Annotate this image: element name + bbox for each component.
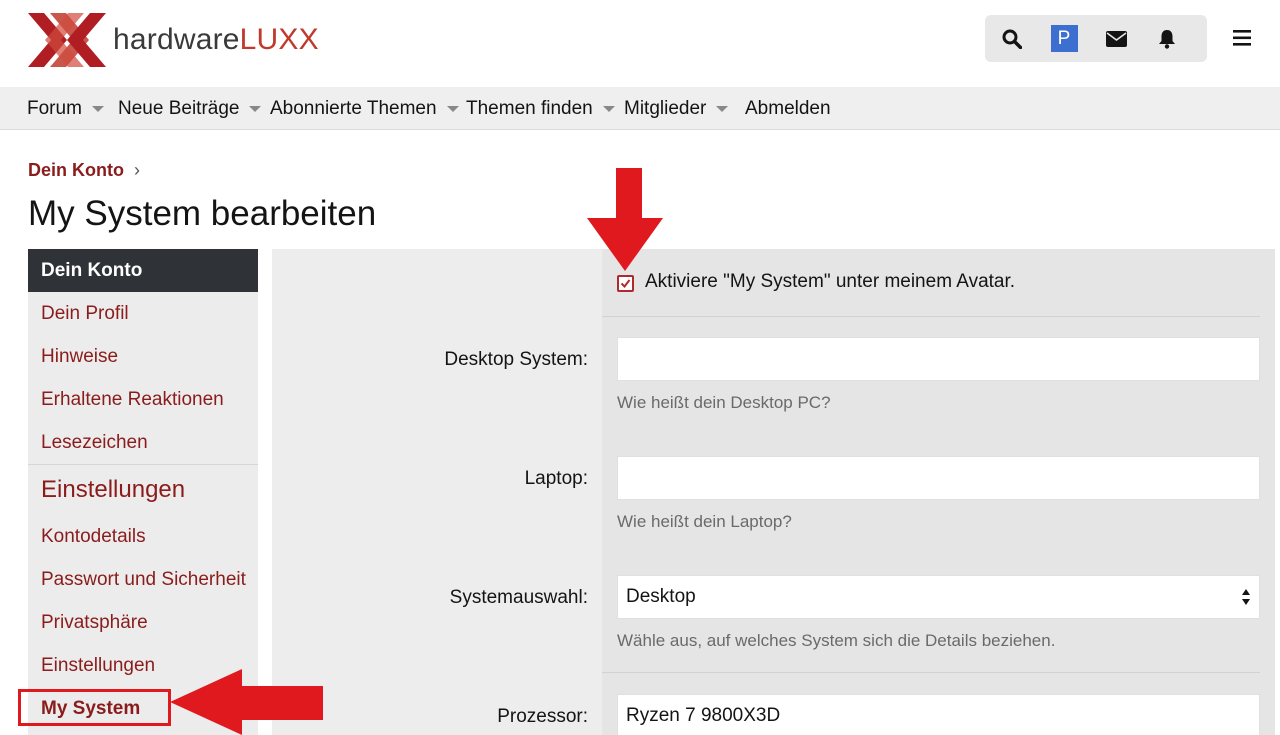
main-nav: Forum Neue Beiträge Abonnierte Themen Th… [0,87,1280,130]
sidebar-header[interactable]: Dein Konto [28,249,258,292]
avatar: P [1050,25,1078,52]
enable-my-system-checkbox[interactable] [617,275,634,292]
processor-input[interactable]: Ryzen 7 9800X3D [617,694,1260,735]
nav-themen-finden[interactable]: Themen finden [466,87,615,130]
sidebar-item-lesezeichen[interactable]: Lesezeichen [28,421,258,464]
enable-my-system-label[interactable]: Aktiviere "My System" unter meinem Avata… [645,271,1015,293]
caret-down-icon[interactable] [602,105,615,112]
laptop-input[interactable] [617,456,1260,500]
row-divider [602,316,1260,317]
envelope-icon [1105,30,1127,47]
system-select-label: Systemauswahl: [449,587,588,608]
breadcrumb: Dein Konto › [28,160,140,181]
row-divider [602,672,1260,673]
avatar-button[interactable]: P [1049,15,1079,62]
hamburger-icon[interactable] [1233,30,1255,48]
system-select-hint: Wähle aus, auf welches System sich die D… [617,631,1056,650]
system-select-value: Desktop [626,586,696,607]
sidebar-item-hinweise[interactable]: Hinweise [28,335,258,378]
page-title: My System bearbeiten [28,194,377,233]
system-select[interactable]: Desktop [617,575,1260,619]
logo-text: hardwareLUXX [113,23,319,56]
select-arrows-icon [1242,589,1250,605]
sidebar-item-dein-profil[interactable]: Dein Profil [28,292,258,335]
desktop-system-input[interactable] [617,337,1260,381]
processor-label: Prozessor: [497,706,588,727]
caret-down-icon[interactable] [446,105,459,112]
site-header: hardwareLUXX P [0,0,1280,87]
caret-down-icon[interactable] [249,105,262,112]
checkmark-icon [620,279,631,289]
desktop-system-hint: Wie heißt dein Desktop PC? [617,393,831,412]
laptop-hint: Wie heißt dein Laptop? [617,512,792,531]
inbox-button[interactable] [1101,15,1131,62]
nav-neue-beitraege[interactable]: Neue Beiträge [118,87,262,130]
nav-forum[interactable]: Forum [27,87,104,130]
site-logo[interactable]: hardwareLUXX [28,13,319,67]
bell-icon [1159,29,1175,49]
search-button[interactable] [997,15,1027,62]
user-toolbar: P [985,15,1207,62]
chevron-right-icon: › [134,160,140,180]
sidebar-item-erhaltene-reaktionen[interactable]: Erhaltene Reaktionen [28,378,258,421]
sidebar-item-kontodetails[interactable]: Kontodetails [28,515,258,558]
laptop-label: Laptop: [524,468,588,489]
account-sidebar: Dein Konto Dein Profil Hinweise Erhalten… [28,249,258,735]
nav-abmelden[interactable]: Abmelden [745,87,831,130]
logo-mark [28,13,106,67]
caret-down-icon[interactable] [91,105,104,112]
sidebar-item-passwort[interactable]: Passwort und Sicherheit [28,558,258,601]
alerts-button[interactable] [1152,15,1182,62]
annotation-arrow-down [587,168,663,271]
annotation-highlight-box [18,689,171,726]
nav-mitglieder[interactable]: Mitglieder [624,87,729,130]
desktop-system-label: Desktop System: [444,349,588,370]
nav-abonnierte-themen[interactable]: Abonnierte Themen [270,87,459,130]
form-label-column [272,249,602,735]
search-icon [1002,29,1022,49]
caret-down-icon[interactable] [716,105,729,112]
breadcrumb-link[interactable]: Dein Konto [28,160,124,181]
annotation-arrow-left [170,669,323,735]
sidebar-item-privatsphaere[interactable]: Privatsphäre [28,601,258,644]
sidebar-section-einstellungen: Einstellungen [28,464,258,515]
